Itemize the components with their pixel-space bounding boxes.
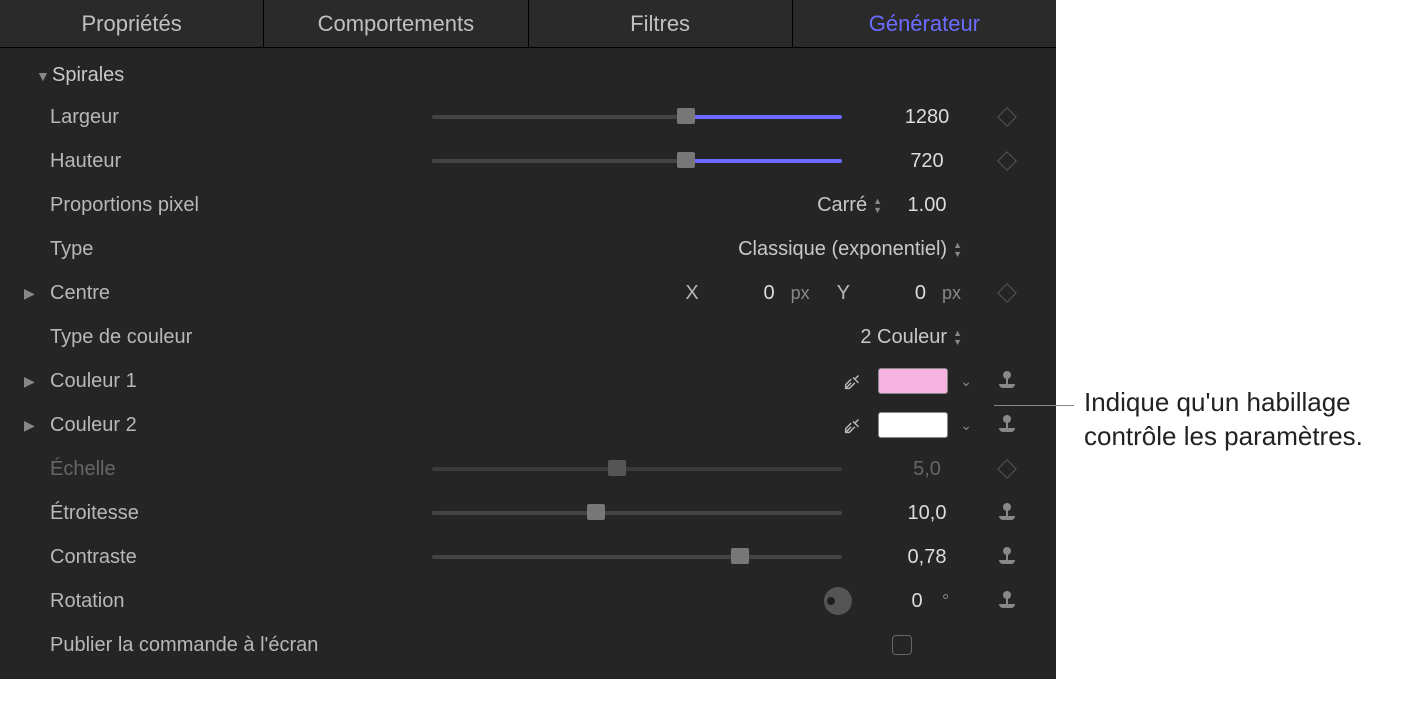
label-type: Type <box>50 238 330 261</box>
joystick-icon <box>1000 591 1014 611</box>
rig-indicator-contrast[interactable] <box>984 547 1030 567</box>
label-color1: Couleur 1 <box>50 370 330 393</box>
checkbox-publish-osc[interactable] <box>892 635 912 655</box>
label-color-type: Type de couleur <box>50 326 330 349</box>
value-contrast[interactable]: 0,78 <box>882 546 972 569</box>
center-x-label: X <box>685 282 698 305</box>
value-center-x[interactable]: 0 <box>715 282 775 305</box>
label-color2: Couleur 2 <box>50 414 330 437</box>
stepper-icon: ▲▼ <box>953 241 962 258</box>
rotation-dial[interactable] <box>824 587 852 615</box>
value-height[interactable]: 720 <box>882 150 972 173</box>
joystick-icon <box>1000 415 1014 435</box>
keyframe-scale[interactable] <box>984 462 1030 476</box>
rig-indicator-tightness[interactable] <box>984 503 1030 523</box>
inspector-content: ▼ Spirales Largeur 1280 Hauteur <box>0 48 1056 679</box>
label-center: Centre <box>50 282 330 305</box>
label-height: Hauteur <box>50 150 330 173</box>
popup-pixel-aspect-label: Carré <box>817 194 867 217</box>
label-width: Largeur <box>50 106 330 129</box>
tabs: Propriétés Comportements Filtres Générat… <box>0 0 1056 48</box>
joystick-icon <box>1000 547 1014 567</box>
row-contrast: Contraste 0,78 <box>0 535 1056 579</box>
value-tightness[interactable]: 10,0 <box>882 502 972 525</box>
slider-width[interactable] <box>432 115 842 119</box>
value-pixel-aspect[interactable]: 1.00 <box>882 194 972 217</box>
value-rotation[interactable]: 0 <box>892 590 942 613</box>
row-height: Hauteur 720 <box>0 139 1056 183</box>
value-width[interactable]: 1280 <box>882 106 972 129</box>
row-color1: ▶ Couleur 1 ⌄ <box>0 359 1056 403</box>
color1-swatch[interactable] <box>878 368 948 394</box>
triangle-right-icon[interactable]: ▶ <box>24 373 40 390</box>
rig-indicator-rotation[interactable] <box>984 591 1030 611</box>
value-center-y[interactable]: 0 <box>866 282 926 305</box>
stepper-icon: ▲▼ <box>873 197 882 214</box>
rig-indicator-color2[interactable] <box>984 415 1030 435</box>
chevron-down-icon[interactable]: ⌄ <box>960 373 972 390</box>
slider-scale <box>432 467 842 471</box>
tab-behaviors[interactable]: Comportements <box>264 0 528 47</box>
tab-properties[interactable]: Propriétés <box>0 0 264 47</box>
slider-contrast[interactable] <box>432 555 842 559</box>
eyedropper-icon[interactable] <box>840 368 866 394</box>
chevron-down-icon[interactable]: ⌄ <box>960 417 972 434</box>
tab-generator[interactable]: Générateur <box>793 0 1056 47</box>
inspector-panel: Propriétés Comportements Filtres Générat… <box>0 0 1056 679</box>
triangle-right-icon[interactable]: ▶ <box>24 285 40 302</box>
callout-text: Indique qu'un habillage contrôle les par… <box>1084 386 1363 454</box>
row-scale: Échelle 5,0 <box>0 447 1056 491</box>
rig-indicator-color1[interactable] <box>984 371 1030 391</box>
label-tightness: Étroitesse <box>50 502 330 525</box>
eyedropper-icon[interactable] <box>840 412 866 438</box>
label-scale: Échelle <box>50 458 330 481</box>
tab-filters[interactable]: Filtres <box>529 0 793 47</box>
section-title: Spirales <box>52 64 124 87</box>
row-tightness: Étroitesse 10,0 <box>0 491 1056 535</box>
section-header[interactable]: ▼ Spirales <box>0 58 1056 95</box>
joystick-icon <box>1000 371 1014 391</box>
callout-line <box>994 405 1074 406</box>
center-x-unit: px <box>791 283 821 304</box>
keyframe-width[interactable] <box>984 110 1030 124</box>
center-y-unit: px <box>942 283 972 304</box>
popup-type[interactable]: Classique (exponentiel) ▲▼ <box>738 238 962 261</box>
row-publish-osc: Publier la commande à l'écran <box>0 623 1056 667</box>
label-pixel-aspect: Proportions pixel <box>50 194 330 217</box>
callout-line1: Indique qu'un habillage <box>1084 386 1363 420</box>
joystick-icon <box>1000 503 1014 523</box>
row-center: ▶ Centre X 0 px Y 0 px <box>0 271 1056 315</box>
label-rotation: Rotation <box>50 590 330 613</box>
slider-tightness[interactable] <box>432 511 842 515</box>
popup-type-label: Classique (exponentiel) <box>738 238 947 261</box>
popup-pixel-aspect[interactable]: Carré ▲▼ <box>817 194 882 217</box>
color2-swatch[interactable] <box>878 412 948 438</box>
row-type: Type Classique (exponentiel) ▲▼ <box>0 227 1056 271</box>
row-color-type: Type de couleur 2 Couleur ▲▼ <box>0 315 1056 359</box>
label-contrast: Contraste <box>50 546 330 569</box>
rotation-unit: ° <box>942 591 972 612</box>
popup-color-type[interactable]: 2 Couleur ▲▼ <box>860 326 962 349</box>
row-width: Largeur 1280 <box>0 95 1056 139</box>
slider-height[interactable] <box>432 159 842 163</box>
triangle-right-icon[interactable]: ▶ <box>24 417 40 434</box>
label-publish-osc: Publier la commande à l'écran <box>50 634 470 657</box>
stepper-icon: ▲▼ <box>953 329 962 346</box>
row-color2: ▶ Couleur 2 ⌄ <box>0 403 1056 447</box>
popup-color-type-label: 2 Couleur <box>860 326 947 349</box>
callout-line2: contrôle les paramètres. <box>1084 420 1363 454</box>
center-y-label: Y <box>837 282 850 305</box>
row-pixel-aspect: Proportions pixel Carré ▲▼ 1.00 <box>0 183 1056 227</box>
keyframe-height[interactable] <box>984 154 1030 168</box>
triangle-down-icon[interactable]: ▼ <box>36 68 52 84</box>
value-scale: 5,0 <box>882 458 972 481</box>
keyframe-center[interactable] <box>984 286 1030 300</box>
row-rotation: Rotation 0 ° <box>0 579 1056 623</box>
